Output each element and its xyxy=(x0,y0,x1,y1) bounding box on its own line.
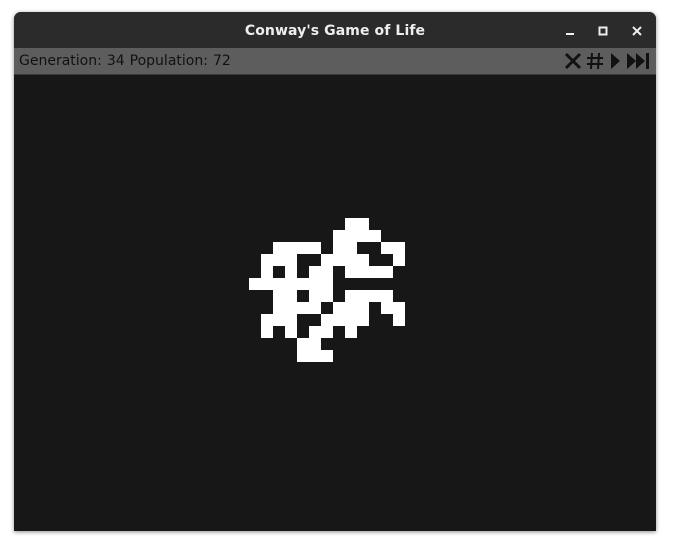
live-cell[interactable] xyxy=(261,314,273,326)
live-cell[interactable] xyxy=(381,302,393,314)
minimize-button[interactable] xyxy=(559,20,581,42)
live-cell[interactable] xyxy=(357,314,369,326)
title-bar[interactable]: Conway's Game of Life xyxy=(14,12,656,48)
live-cell[interactable] xyxy=(321,350,333,362)
live-cell[interactable] xyxy=(273,314,285,326)
clear-icon xyxy=(564,52,582,70)
live-cell[interactable] xyxy=(309,290,321,302)
grid-icon xyxy=(587,52,603,70)
live-cell[interactable] xyxy=(261,326,273,338)
generation-label: Generation: xyxy=(19,53,102,69)
live-cell[interactable] xyxy=(285,302,297,314)
live-cell[interactable] xyxy=(393,254,405,266)
live-cell[interactable] xyxy=(273,302,285,314)
live-cell[interactable] xyxy=(333,302,345,314)
live-cell[interactable] xyxy=(333,242,345,254)
play-icon xyxy=(611,53,620,69)
app-window: Conway's Game of Life Generation: 34 Popul… xyxy=(14,12,656,531)
live-cell[interactable] xyxy=(309,350,321,362)
live-cell[interactable] xyxy=(333,230,345,242)
game-board[interactable] xyxy=(14,75,656,531)
live-cell[interactable] xyxy=(321,326,333,338)
live-cell[interactable] xyxy=(381,290,393,302)
population-value: 72 xyxy=(212,53,231,69)
live-cell[interactable] xyxy=(321,290,333,302)
maximize-button[interactable] xyxy=(592,20,614,42)
live-cell[interactable] xyxy=(321,266,333,278)
live-cell[interactable] xyxy=(249,278,261,290)
live-cell[interactable] xyxy=(285,278,297,290)
live-cell[interactable] xyxy=(285,290,297,302)
clear-button[interactable] xyxy=(564,50,582,72)
live-cell[interactable] xyxy=(393,302,405,314)
live-cell[interactable] xyxy=(297,350,309,362)
step-button[interactable] xyxy=(626,50,652,72)
live-cell[interactable] xyxy=(297,338,309,350)
status-text: Generation: 34 Population: 72 xyxy=(19,48,231,74)
live-cell[interactable] xyxy=(285,254,297,266)
live-cell[interactable] xyxy=(309,278,321,290)
live-cell[interactable] xyxy=(345,218,357,230)
live-cell[interactable] xyxy=(309,326,321,338)
live-cell[interactable] xyxy=(273,242,285,254)
live-cell[interactable] xyxy=(345,302,357,314)
live-cell[interactable] xyxy=(357,290,369,302)
live-cell[interactable] xyxy=(357,254,369,266)
live-cell[interactable] xyxy=(261,266,273,278)
live-cell[interactable] xyxy=(321,314,333,326)
skip-forward-icon xyxy=(627,53,649,69)
live-cell[interactable] xyxy=(369,266,381,278)
live-cell[interactable] xyxy=(309,302,321,314)
live-cell[interactable] xyxy=(345,230,357,242)
live-cell[interactable] xyxy=(297,278,309,290)
live-cell[interactable] xyxy=(357,230,369,242)
live-cell[interactable] xyxy=(297,242,309,254)
live-cell[interactable] xyxy=(357,218,369,230)
live-cell[interactable] xyxy=(285,266,297,278)
live-cell[interactable] xyxy=(321,254,333,266)
live-cell[interactable] xyxy=(321,278,333,290)
close-icon xyxy=(632,26,642,36)
live-cell[interactable] xyxy=(261,254,273,266)
live-cell[interactable] xyxy=(345,254,357,266)
live-cell[interactable] xyxy=(345,314,357,326)
live-cell[interactable] xyxy=(273,278,285,290)
close-button[interactable] xyxy=(626,20,648,42)
live-cell[interactable] xyxy=(345,266,357,278)
maximize-icon xyxy=(598,26,608,36)
population-label: Population: xyxy=(129,53,208,69)
live-cell[interactable] xyxy=(369,290,381,302)
live-cell[interactable] xyxy=(393,314,405,326)
live-cell[interactable] xyxy=(285,242,297,254)
live-cell[interactable] xyxy=(297,302,309,314)
live-cell[interactable] xyxy=(393,242,405,254)
live-cell[interactable] xyxy=(333,314,345,326)
live-cell[interactable] xyxy=(333,254,345,266)
live-cell[interactable] xyxy=(309,266,321,278)
toolbar-buttons xyxy=(560,48,652,74)
live-cell[interactable] xyxy=(345,290,357,302)
live-cell[interactable] xyxy=(345,326,357,338)
live-cell[interactable] xyxy=(309,338,321,350)
live-cell[interactable] xyxy=(345,242,357,254)
toolbar: Generation: 34 Population: 72 xyxy=(14,48,656,75)
live-cell[interactable] xyxy=(369,230,381,242)
live-cell[interactable] xyxy=(381,266,393,278)
live-cell[interactable] xyxy=(273,254,285,266)
live-cell[interactable] xyxy=(381,242,393,254)
live-cell[interactable] xyxy=(309,242,321,254)
minimize-icon xyxy=(566,33,574,35)
grid-toggle-button[interactable] xyxy=(586,50,604,72)
live-cell[interactable] xyxy=(357,302,369,314)
generation-value: 34 xyxy=(106,53,125,69)
live-cell[interactable] xyxy=(261,278,273,290)
live-cell[interactable] xyxy=(285,326,297,338)
live-cell[interactable] xyxy=(357,266,369,278)
live-cell[interactable] xyxy=(285,314,297,326)
live-cell[interactable] xyxy=(273,290,285,302)
play-button[interactable] xyxy=(608,50,622,72)
